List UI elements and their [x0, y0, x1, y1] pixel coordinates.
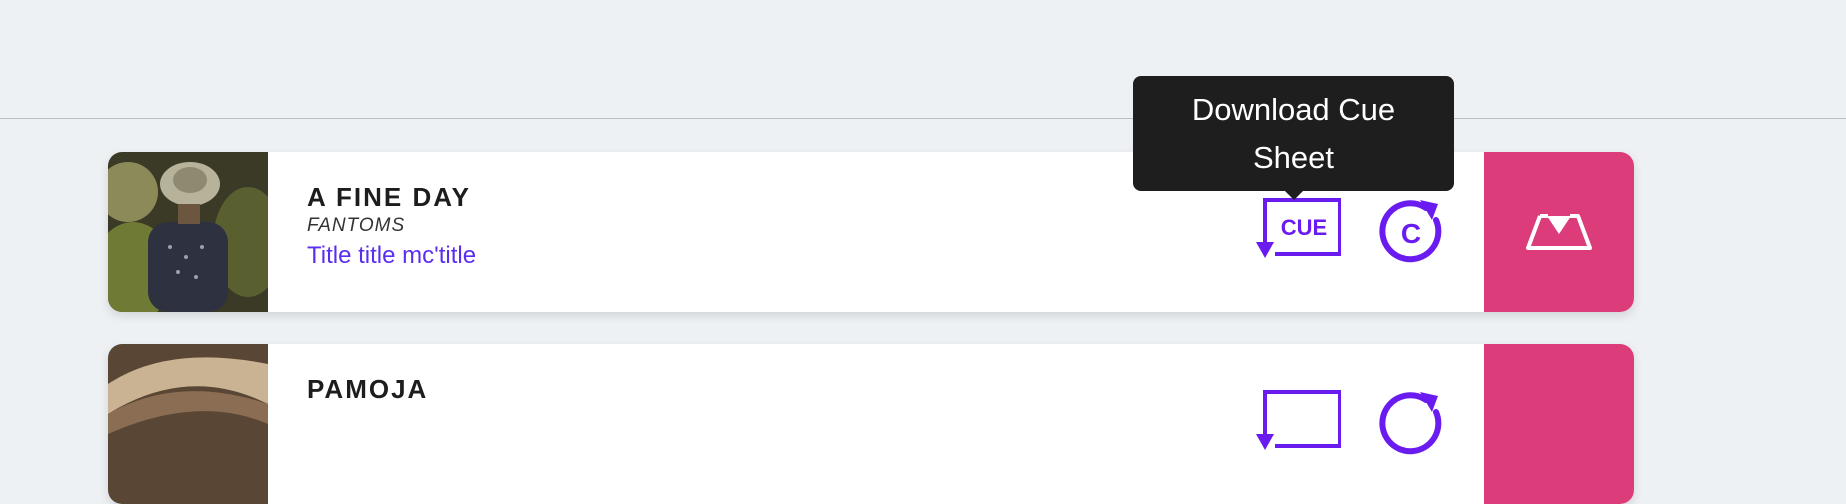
upload-tray-icon: [1526, 214, 1592, 250]
cue-label: CUE: [1281, 215, 1327, 240]
download-cue-sheet-tooltip: Download Cue Sheet: [1133, 76, 1454, 191]
c-circle-refresh-icon: C: [1379, 200, 1442, 263]
track-title: A FINE DAY: [307, 182, 471, 212]
track-artist: FANTOMS: [307, 215, 406, 236]
c-label: C: [1401, 218, 1421, 249]
track-row[interactable]: PAMOJA: [108, 344, 1634, 504]
download-cue-sheet-button[interactable]: CUE: [1251, 194, 1342, 260]
album-art-thumbnail: [108, 152, 268, 312]
download-cue-sheet-button[interactable]: [1251, 386, 1342, 452]
track-subtitle-link[interactable]: Title title mc'title: [307, 242, 476, 270]
tooltip-arrow: [1284, 190, 1304, 200]
action-panel-button[interactable]: [1484, 344, 1634, 504]
c-circle-button[interactable]: C: [1376, 198, 1446, 268]
c-circle-refresh-icon: [1379, 392, 1442, 455]
c-circle-button[interactable]: [1376, 390, 1446, 460]
track-info: A FINE DAY FANTOMS Title title mc'title: [307, 182, 476, 270]
header-divider: [0, 118, 1846, 119]
track-title: PAMOJA: [307, 374, 429, 404]
download-cue-sheet-icon: CUE: [1256, 198, 1342, 258]
album-art-thumbnail: [108, 344, 268, 504]
track-info: PAMOJA: [307, 374, 428, 404]
action-panel-button[interactable]: [1484, 152, 1634, 312]
download-cue-sheet-icon: [1256, 390, 1342, 450]
